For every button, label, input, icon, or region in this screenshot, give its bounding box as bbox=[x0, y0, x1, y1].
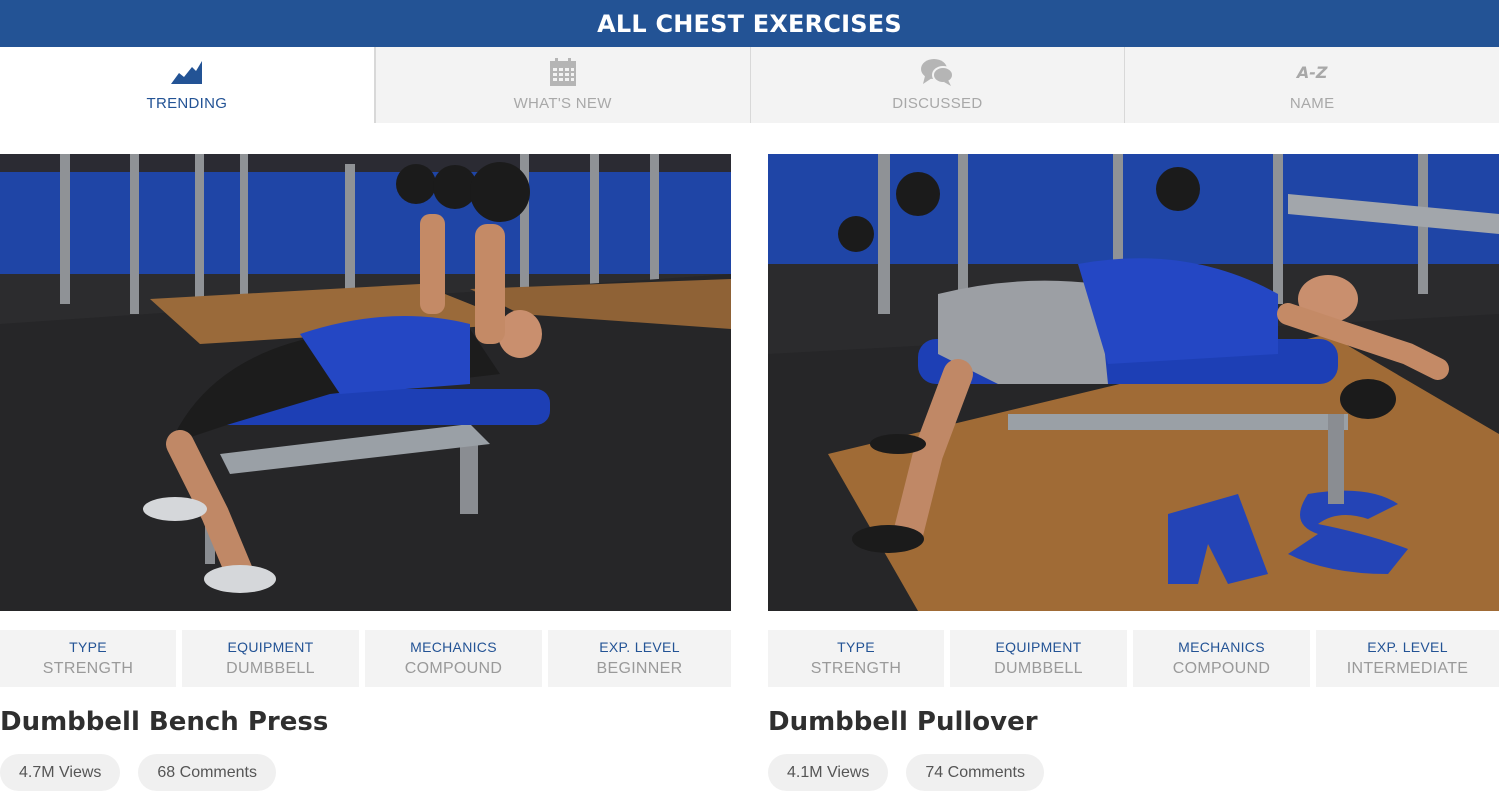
stat-mechanics-value: COMPOUND bbox=[1172, 660, 1271, 677]
page-title: ALL CHEST EXERCISES bbox=[597, 9, 902, 38]
views-badge: 4.1M Views bbox=[768, 754, 889, 791]
calendar-icon bbox=[549, 57, 577, 87]
stat-level: EXP. LEVEL INTERMEDIATE bbox=[1316, 630, 1499, 687]
page-header: ALL CHEST EXERCISES bbox=[0, 0, 1499, 47]
stat-level-value: INTERMEDIATE bbox=[1346, 660, 1469, 677]
stat-mechanics-label: MECHANICS bbox=[410, 639, 497, 655]
stat-type-value: STRENGTH bbox=[810, 660, 902, 677]
stat-level: EXP. LEVEL BEGINNER bbox=[548, 630, 731, 687]
stat-mechanics: MECHANICS COMPOUND bbox=[365, 630, 542, 687]
tab-discussed-label: DISCUSSED bbox=[892, 95, 983, 112]
stat-equipment-value: DUMBBELL bbox=[226, 660, 315, 677]
tab-trending[interactable]: TRENDING bbox=[0, 47, 375, 123]
exercise-card: TYPE STRENGTH EQUIPMENT DUMBBELL MECHANI… bbox=[768, 154, 1499, 791]
stat-mechanics-value: COMPOUND bbox=[404, 660, 503, 677]
tab-whats-new[interactable]: WHAT'S NEW bbox=[374, 47, 750, 123]
comments-button[interactable]: 68 Comments bbox=[138, 754, 276, 791]
exercise-thumbnail-pullover[interactable] bbox=[768, 154, 1499, 611]
stat-level-label: EXP. LEVEL bbox=[599, 639, 680, 655]
stat-mechanics: MECHANICS COMPOUND bbox=[1133, 630, 1310, 687]
stat-level-value: BEGINNER bbox=[596, 660, 683, 677]
exercise-title-link[interactable]: Dumbbell Pullover bbox=[768, 705, 1499, 739]
tab-name[interactable]: A-Z NAME bbox=[1124, 47, 1499, 123]
stat-type-label: TYPE bbox=[69, 639, 107, 655]
trending-chart-icon bbox=[170, 57, 204, 87]
stat-type-label: TYPE bbox=[837, 639, 875, 655]
chat-bubbles-icon bbox=[920, 57, 955, 87]
stat-type: TYPE STRENGTH bbox=[0, 630, 176, 687]
exercise-title-link[interactable]: Dumbbell Bench Press bbox=[0, 705, 731, 739]
stat-type: TYPE STRENGTH bbox=[768, 630, 944, 687]
views-badge: 4.7M Views bbox=[0, 754, 121, 791]
stat-equipment: EQUIPMENT DUMBBELL bbox=[950, 630, 1127, 687]
exercise-stats: TYPE STRENGTH EQUIPMENT DUMBBELL MECHANI… bbox=[768, 630, 1499, 687]
exercise-thumbnail-bench-press[interactable] bbox=[0, 154, 731, 611]
stat-level-label: EXP. LEVEL bbox=[1367, 639, 1448, 655]
exercise-card: TYPE STRENGTH EQUIPMENT DUMBBELL MECHANI… bbox=[0, 154, 731, 791]
stat-mechanics-label: MECHANICS bbox=[1178, 639, 1265, 655]
sort-tabs: TRENDING WHAT'S NEW DISCUSSED A-Z NAME bbox=[0, 47, 1499, 123]
exercise-stats: TYPE STRENGTH EQUIPMENT DUMBBELL MECHANI… bbox=[0, 630, 731, 687]
exercise-meta: 4.1M Views 74 Comments bbox=[768, 754, 1499, 791]
tab-trending-label: TRENDING bbox=[146, 95, 228, 112]
stat-equipment-label: EQUIPMENT bbox=[995, 639, 1082, 655]
stat-equipment-value: DUMBBELL bbox=[994, 660, 1083, 677]
exercise-meta: 4.7M Views 68 Comments bbox=[0, 754, 731, 791]
tab-discussed[interactable]: DISCUSSED bbox=[749, 47, 1125, 123]
comments-button[interactable]: 74 Comments bbox=[906, 754, 1044, 791]
a-z-icon: A-Z bbox=[1296, 62, 1328, 82]
stat-equipment: EQUIPMENT DUMBBELL bbox=[182, 630, 359, 687]
stat-equipment-label: EQUIPMENT bbox=[227, 639, 314, 655]
stat-type-value: STRENGTH bbox=[42, 660, 134, 677]
tab-whats-new-label: WHAT'S NEW bbox=[513, 95, 612, 112]
tab-name-label: NAME bbox=[1289, 95, 1335, 112]
